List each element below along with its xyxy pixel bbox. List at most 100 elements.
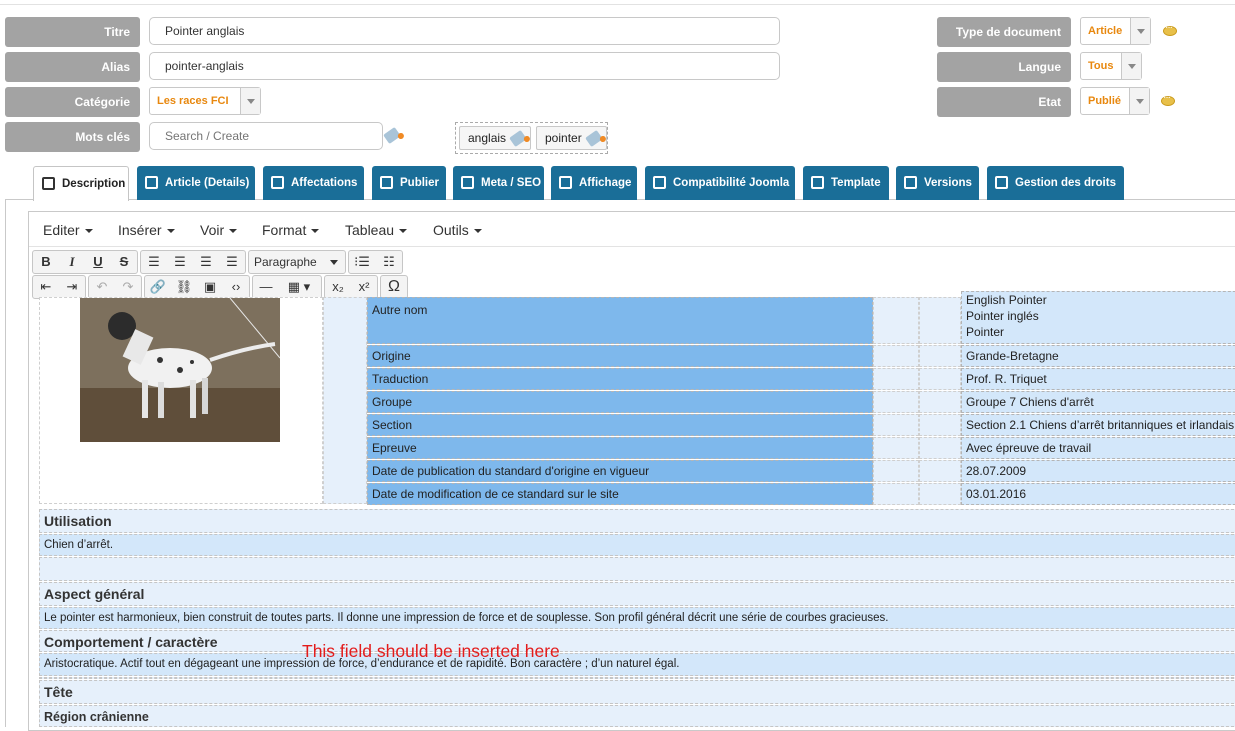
align-justify-icon[interactable]: ☰: [219, 251, 245, 273]
text-style-group: B I U S: [32, 250, 138, 274]
language-select[interactable]: Tous: [1080, 52, 1142, 80]
joomla-icon: [653, 176, 666, 189]
bullet-list-icon[interactable]: ⁝☰: [349, 251, 375, 273]
menu-format[interactable]: Format: [262, 222, 319, 238]
tab-gestion-des-droits[interactable]: Gestion des droits: [987, 166, 1124, 200]
chevron-down-icon[interactable]: [1130, 18, 1150, 44]
format-select[interactable]: Paragraphe: [248, 250, 346, 274]
tab-affichage[interactable]: Affichage: [551, 166, 637, 200]
hr-table-group: — ▦ ▾: [252, 275, 322, 299]
alias-input[interactable]: pointer-anglais: [149, 52, 780, 80]
tag-remove-icon[interactable]: [509, 129, 527, 148]
checklist-icon: [145, 176, 158, 189]
cell-spacer: [873, 391, 919, 413]
document-icon: [42, 177, 55, 190]
tab-affectations[interactable]: Affectations: [263, 166, 364, 200]
tag-anglais[interactable]: anglais: [459, 126, 532, 150]
menu-inserer[interactable]: Insérer: [118, 222, 175, 238]
cell-spacer: [873, 297, 919, 344]
tab-publier[interactable]: Publier: [372, 166, 446, 200]
dog-photo[interactable]: [80, 298, 280, 442]
subscript-icon[interactable]: x₂: [325, 276, 351, 298]
tab-versions[interactable]: Versions: [896, 166, 979, 200]
chevron-down-icon[interactable]: [1121, 53, 1141, 79]
unlink-icon[interactable]: ⛓: [171, 276, 197, 298]
utilisation-text: Chien d’arrêt.: [39, 534, 1235, 556]
strikethrough-icon[interactable]: S: [111, 251, 137, 273]
numbered-list-icon[interactable]: ☷: [376, 251, 402, 273]
row-epreuve-value: Avec épreuve de travail: [961, 437, 1235, 459]
row-traduction-label: Traduction: [367, 368, 873, 390]
horizontal-rule-icon[interactable]: —: [253, 276, 279, 298]
cell-spacer: [919, 345, 961, 367]
tab-article-details[interactable]: Article (Details): [137, 166, 255, 200]
comment-icon[interactable]: [1163, 22, 1177, 36]
cell-spacer: [873, 483, 919, 505]
underline-icon[interactable]: U: [85, 251, 111, 273]
cell-spacer: [919, 391, 961, 413]
row-traduction-value: Prof. R. Triquet: [961, 368, 1235, 390]
tab-compatibilite-joomla[interactable]: Compatibilité Joomla: [645, 166, 795, 200]
history-group: ↶ ↷: [88, 275, 142, 299]
tab-meta-seo[interactable]: Meta / SEO: [453, 166, 544, 200]
tab-description[interactable]: Description: [33, 166, 129, 201]
annotation-note: This field should be inserted here: [302, 641, 560, 661]
tag-pointer[interactable]: pointer: [536, 126, 607, 150]
title-label: Titre: [5, 17, 140, 47]
palette-icon: [811, 176, 824, 189]
category-select[interactable]: Les races FCI: [149, 87, 261, 115]
table-icon[interactable]: ▦ ▾: [279, 276, 319, 298]
rich-text-editor[interactable]: Editer Insérer Voir Format Tableau Outil…: [28, 211, 1235, 731]
code-icon[interactable]: ‹›: [223, 276, 249, 298]
menu-tableau[interactable]: Tableau: [345, 222, 407, 238]
state-value: Publié: [1088, 95, 1122, 107]
aspect-general-text: Le pointer est harmonieux, bien construi…: [39, 607, 1235, 629]
special-char-group: Ω: [380, 275, 408, 299]
comment-icon[interactable]: [1161, 92, 1175, 106]
image-icon[interactable]: ▣: [197, 276, 223, 298]
menu-voir[interactable]: Voir: [200, 222, 237, 238]
redo-icon[interactable]: ↷: [115, 276, 141, 298]
editor-menubar: Editer Insérer Voir Format Tableau Outil…: [29, 212, 1235, 247]
state-label: Etat: [937, 87, 1071, 117]
cell-spacer: [919, 437, 961, 459]
row-groupe-value: Groupe 7 Chiens d'arrêt: [961, 391, 1235, 413]
cell-spacer: [919, 483, 961, 505]
comportement-text: Aristocratique. Actif tout en dégageant …: [39, 653, 1235, 676]
menu-editer[interactable]: Editer: [43, 222, 93, 238]
category-label: Catégorie: [5, 87, 140, 117]
row-origine-value: Grande-Bretagne: [961, 345, 1235, 367]
tete-heading: Tête: [39, 680, 1235, 704]
row-date-modification-value: 03.01.2016: [961, 483, 1235, 505]
italic-icon[interactable]: I: [59, 251, 85, 273]
cell-spacer: [873, 414, 919, 436]
tab-template[interactable]: Template: [803, 166, 889, 200]
bold-icon[interactable]: B: [33, 251, 59, 273]
copy-icon: [904, 176, 917, 189]
tag-remove-icon[interactable]: [584, 129, 603, 148]
title-input[interactable]: Pointer anglais: [149, 17, 780, 45]
align-center-icon[interactable]: ☰: [167, 251, 193, 273]
empty-row: [39, 557, 1235, 581]
align-left-icon[interactable]: ☰: [141, 251, 167, 273]
link-icon[interactable]: 🔗: [145, 276, 171, 298]
empty-row: [39, 677, 1235, 679]
undo-icon[interactable]: ↶: [89, 276, 115, 298]
superscript-icon[interactable]: x²: [351, 276, 377, 298]
add-tag-icon[interactable]: [383, 124, 404, 145]
tags-search-input[interactable]: [149, 122, 383, 150]
omega-icon[interactable]: Ω: [381, 276, 407, 298]
bookmark-icon: [461, 176, 474, 189]
menu-outils[interactable]: Outils: [433, 222, 482, 238]
align-right-icon[interactable]: ☰: [193, 251, 219, 273]
doctype-select[interactable]: Article: [1080, 17, 1151, 45]
list-group: ⁝☰ ☷: [348, 250, 403, 274]
image-cell: [39, 297, 323, 504]
outdent-icon[interactable]: ⇤: [33, 276, 59, 298]
chevron-down-icon[interactable]: [1129, 88, 1149, 114]
state-select[interactable]: Publié: [1080, 87, 1150, 115]
row-date-publication-value: 28.07.2009: [961, 460, 1235, 482]
indent-icon[interactable]: ⇥: [59, 276, 85, 298]
chevron-down-icon[interactable]: [240, 88, 260, 114]
editor-content[interactable]: Autre nom English Pointer Pointer inglés…: [29, 291, 1235, 730]
